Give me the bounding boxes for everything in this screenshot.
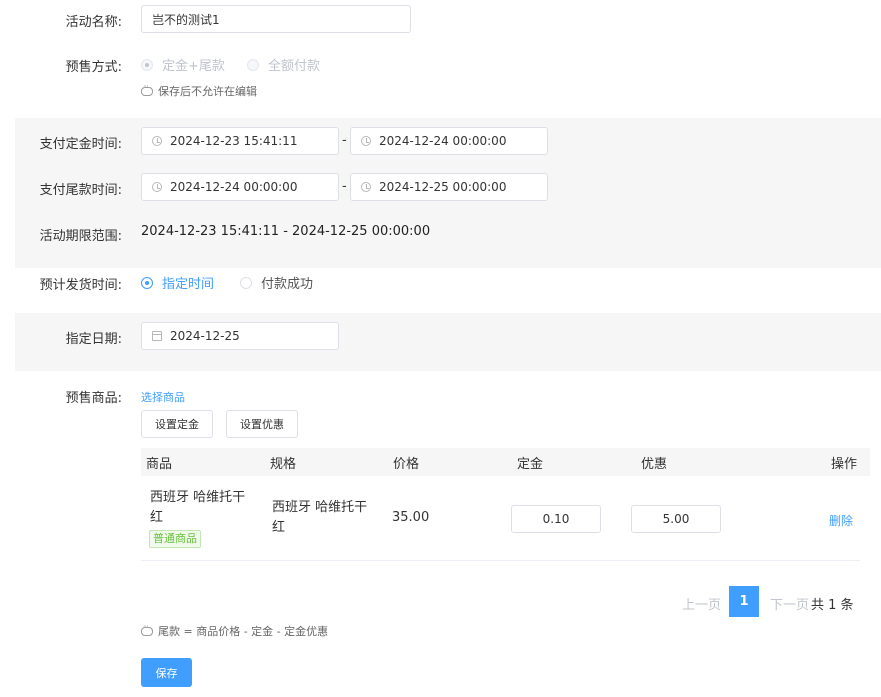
product-name: 西班牙 哈维托干 红 xyxy=(150,488,245,528)
ship-paid-radio[interactable]: 付款成功 xyxy=(240,273,313,292)
clock-icon xyxy=(361,182,371,192)
table-row xyxy=(141,477,860,561)
activity-name-input[interactable]: 岂不的测试1 xyxy=(141,5,411,33)
save-button[interactable]: 保存 xyxy=(141,658,192,687)
balance-time-label: 支付尾款时间: xyxy=(39,183,122,198)
deposit-end-input[interactable]: 2024-12-24 00:00:00 xyxy=(350,127,548,155)
formula-hint-text: 尾款 = 商品价格 - 定金 - 定金优惠 xyxy=(158,625,329,638)
activity-name-value: 岂不的测试1 xyxy=(152,12,220,27)
mode-hint: 保存后不允许在编辑 xyxy=(141,82,257,99)
ship-specified-label: 指定时间 xyxy=(162,277,215,292)
clock-icon xyxy=(152,182,162,192)
presale-mode-label: 预售方式: xyxy=(65,60,122,75)
presale-goods-label: 预售商品: xyxy=(65,391,122,406)
radio-icon xyxy=(240,276,252,289)
balance-end-value: 2024-12-25 00:00:00 xyxy=(379,180,507,194)
discount-input[interactable]: 5.00 xyxy=(631,505,721,533)
product-spec-line1: 西班牙 哈维托干 xyxy=(272,500,368,515)
deposit-input[interactable]: 0.10 xyxy=(511,505,601,533)
col-action: 操作 xyxy=(831,457,858,472)
product-spec-line2: 红 xyxy=(272,520,286,535)
range-separator: - xyxy=(342,133,347,148)
specified-date-value: 2024-12-25 xyxy=(170,329,240,343)
next-page-button[interactable]: 下一页 xyxy=(770,594,809,613)
ship-specified-radio[interactable]: 指定时间 xyxy=(141,273,214,292)
activity-range-label: 活动期限范围: xyxy=(39,229,122,244)
mode-deposit-radio: 定金+尾款 xyxy=(141,55,225,74)
col-spec: 规格 xyxy=(270,457,297,472)
radio-icon xyxy=(141,58,153,71)
radio-icon xyxy=(247,58,259,71)
mode-full-label: 全额付款 xyxy=(268,59,321,74)
product-spec: 西班牙 哈维托干 红 xyxy=(272,498,367,538)
radio-icon xyxy=(141,276,153,289)
deposit-start-value: 2024-12-23 15:41:11 xyxy=(170,134,298,148)
col-discount: 优惠 xyxy=(641,457,668,472)
select-goods-link[interactable]: 选择商品 xyxy=(141,389,185,405)
col-product: 商品 xyxy=(146,457,173,472)
product-price: 35.00 xyxy=(392,510,430,525)
comment-icon xyxy=(141,82,153,96)
clock-icon xyxy=(152,136,162,146)
balance-end-input[interactable]: 2024-12-25 00:00:00 xyxy=(350,173,548,201)
product-type-badge: 普通商品 xyxy=(149,530,201,548)
mode-full-radio: 全额付款 xyxy=(247,55,320,74)
clock-icon xyxy=(361,136,371,146)
activity-name-label: 活动名称: xyxy=(65,15,122,30)
deposit-time-label: 支付定金时间: xyxy=(39,137,122,152)
ship-time-label: 预计发货时间: xyxy=(39,278,122,293)
prev-page-button[interactable]: 上一页 xyxy=(682,594,721,613)
table-header xyxy=(141,448,870,476)
range-separator: - xyxy=(342,179,347,194)
specified-date-label: 指定日期: xyxy=(65,332,122,347)
deposit-start-input[interactable]: 2024-12-23 15:41:11 xyxy=(141,127,339,155)
formula-hint: 尾款 = 商品价格 - 定金 - 定金优惠 xyxy=(141,622,329,639)
activity-range-value: 2024-12-23 15:41:11 - 2024-12-25 00:00:0… xyxy=(141,224,431,239)
total-count: 共 1 条 xyxy=(811,598,854,613)
comment-icon xyxy=(141,622,153,636)
set-deposit-button[interactable]: 设置定金 xyxy=(141,410,213,438)
balance-start-value: 2024-12-24 00:00:00 xyxy=(170,180,298,194)
specified-date-input[interactable]: 2024-12-25 xyxy=(141,322,339,350)
calendar-icon xyxy=(152,331,162,341)
mode-deposit-label: 定金+尾款 xyxy=(162,59,225,74)
product-name-line2: 红 xyxy=(150,510,164,525)
ship-paid-label: 付款成功 xyxy=(261,277,314,292)
mode-hint-text: 保存后不允许在编辑 xyxy=(158,85,257,98)
page-1-button[interactable]: 1 xyxy=(729,586,759,617)
product-name-line1: 西班牙 哈维托干 xyxy=(150,490,246,505)
set-discount-button[interactable]: 设置优惠 xyxy=(226,410,298,438)
deposit-end-value: 2024-12-24 00:00:00 xyxy=(379,134,507,148)
balance-start-input[interactable]: 2024-12-24 00:00:00 xyxy=(141,173,339,201)
col-deposit: 定金 xyxy=(517,457,544,472)
col-price: 价格 xyxy=(393,457,420,472)
delete-link[interactable]: 删除 xyxy=(829,512,853,529)
